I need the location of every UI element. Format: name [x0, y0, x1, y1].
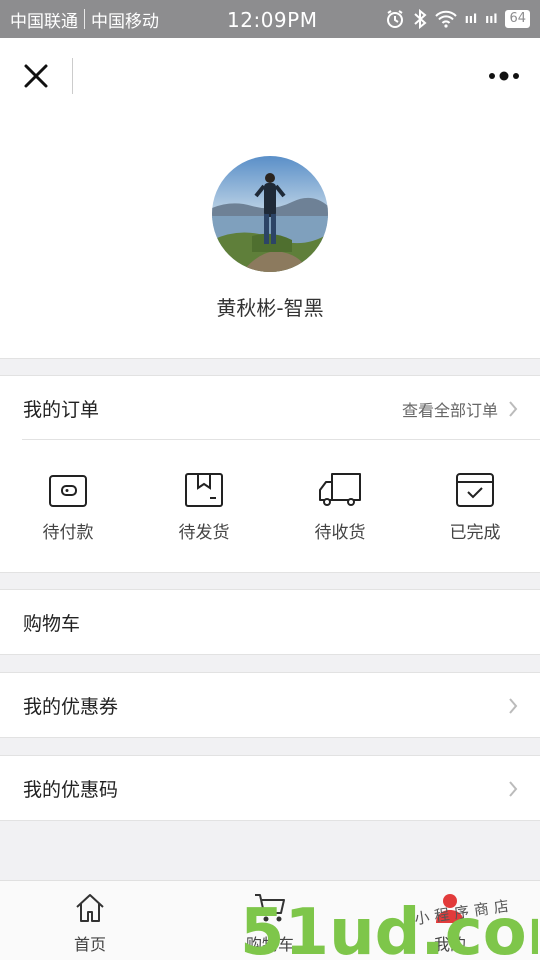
carrier-separator	[84, 9, 85, 29]
menu-label: 我的优惠券	[23, 696, 119, 718]
home-icon	[76, 894, 104, 922]
menu-label: 我的优惠码	[23, 779, 119, 801]
avatar[interactable]	[212, 156, 328, 272]
tab-label: 首页	[73, 935, 106, 954]
user-name: 黄秋彬-智黑	[216, 296, 324, 320]
chevron-right-icon	[509, 698, 518, 714]
package-icon	[185, 473, 223, 507]
status-pending-payment[interactable]: 待付款	[18, 470, 118, 550]
profile-section: 黄秋彬-智黑	[0, 114, 540, 359]
bluetooth-icon	[414, 9, 427, 29]
clock: 12:09PM	[227, 8, 318, 32]
menu-item-cart[interactable]: 购物车	[0, 589, 540, 655]
battery-icon: 64	[505, 10, 530, 28]
close-icon[interactable]	[20, 60, 52, 92]
status-pending-shipment[interactable]: 待发货	[154, 470, 254, 550]
status-completed[interactable]: 已完成	[425, 470, 525, 550]
status-icons: ııl ııl 64	[385, 9, 530, 29]
more-dots-icon[interactable]	[486, 66, 522, 86]
tab-bar: 首页 购物车 我的	[0, 880, 540, 960]
wifi-icon	[435, 10, 457, 28]
user-icon	[436, 894, 464, 923]
orders-title: 我的订单	[23, 399, 100, 421]
check-box-icon	[456, 473, 494, 507]
carrier-2: 中国移动	[91, 11, 159, 32]
carrier-1: 中国联通	[10, 11, 78, 32]
status-pending-receipt[interactable]: 待收货	[290, 470, 390, 550]
status-label: 已完成	[449, 523, 501, 543]
truck-icon	[319, 473, 361, 506]
tab-home[interactable]: 首页	[40, 891, 140, 955]
avatar-photo	[212, 156, 328, 272]
tab-label: 我的	[433, 935, 466, 954]
status-label: 待发货	[178, 523, 230, 543]
alarm-icon	[386, 10, 403, 28]
signal-1-icon: ııl	[464, 12, 478, 26]
carrier-info: 中国联通 中国移动	[10, 7, 159, 32]
wallet-icon	[49, 475, 87, 507]
nav-divider	[72, 58, 73, 94]
tab-cart[interactable]: 购物车	[220, 891, 320, 955]
tab-me[interactable]: 我的	[400, 891, 500, 955]
menu-item-coupons[interactable]: 我的优惠券	[0, 672, 540, 738]
menu-item-promo-codes[interactable]: 我的优惠码	[0, 755, 540, 821]
chevron-right-icon	[509, 401, 518, 417]
status-label: 待付款	[42, 523, 94, 543]
view-all-orders-link[interactable]: 查看全部订单	[402, 397, 518, 421]
status-bar: 中国联通 中国移动 12:09PM ııl ııl 64	[0, 0, 540, 38]
tab-label: 购物车	[245, 935, 294, 954]
chevron-right-icon	[509, 781, 518, 797]
view-all-label: 查看全部订单	[401, 401, 498, 420]
cart-icon	[255, 894, 285, 922]
menu-label: 购物车	[23, 613, 81, 635]
status-label: 待收货	[314, 523, 366, 543]
nav-bar	[0, 38, 540, 114]
orders-section: 我的订单 查看全部订单 待付款 待发货 待收货 已完成	[0, 375, 540, 573]
orders-header[interactable]: 我的订单 查看全部订单	[22, 376, 540, 440]
signal-2-icon: ııl	[485, 12, 498, 26]
